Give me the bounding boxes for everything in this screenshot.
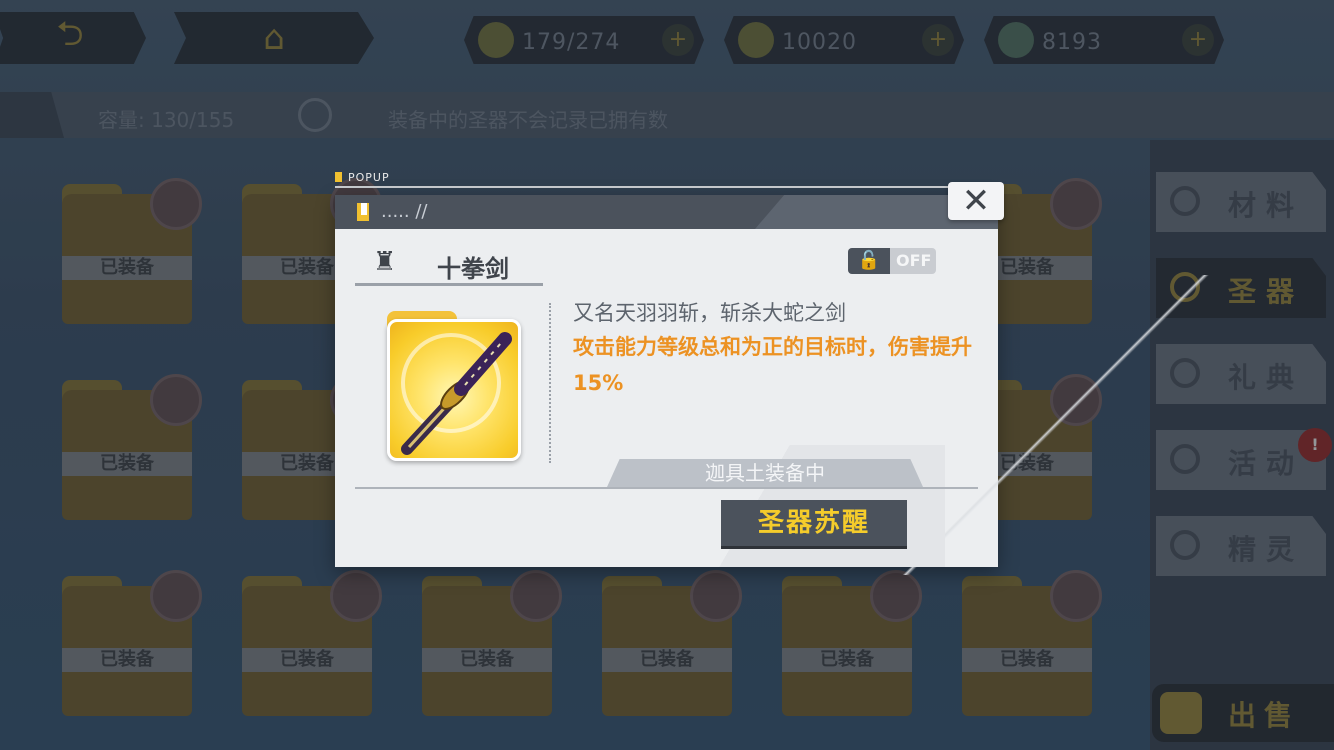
popup-tag: POPUP [335, 171, 390, 184]
popup-tag-text: POPUP [348, 171, 390, 184]
equipped-status: 迦具土装备中 [607, 459, 923, 487]
lock-toggle[interactable]: 🔓 OFF [848, 248, 936, 274]
sword-icon [401, 332, 512, 455]
relic-detail-popup: ..... // ♜ 十拳剑 🔓 OFF 又名天羽羽斩，斩杀大蛇之剑 攻击能力等… [335, 195, 1255, 575]
unlock-icon: 🔓 [848, 248, 890, 274]
item-effect: 攻击能力等级总和为正的目标时，伤害提升15% [573, 335, 972, 395]
popup-header-text: ..... // [381, 201, 428, 222]
awaken-button[interactable]: 圣器苏醒 [721, 500, 907, 546]
item-description: 又名天羽羽斩，斩杀大蛇之剑 [573, 301, 846, 325]
divider [355, 487, 978, 489]
divider [549, 303, 551, 463]
item-name-tab: ♜ 十拳剑 [355, 245, 543, 286]
lock-state: OFF [896, 251, 932, 270]
item-name: 十拳剑 [437, 255, 509, 283]
close-button[interactable]: ✕ [948, 182, 1004, 220]
item-icon-card [387, 311, 521, 461]
popup-header: ..... // [335, 195, 998, 229]
popup-top-line [335, 186, 975, 188]
holy-relic-icon: ♜ [373, 247, 397, 277]
